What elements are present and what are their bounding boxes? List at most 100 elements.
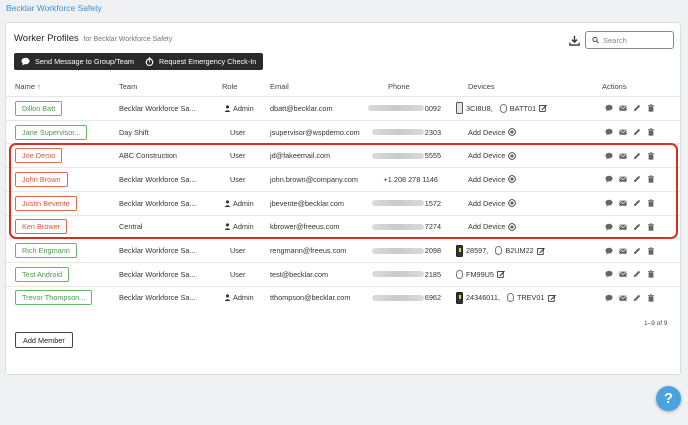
email-icon[interactable]	[619, 104, 627, 112]
name-cell: Dillon Batt	[15, 97, 63, 120]
stopwatch-icon	[145, 57, 154, 66]
team-cell: Becklar Workforce Sa...	[119, 269, 196, 279]
edit-icon[interactable]	[633, 128, 641, 136]
message-icon[interactable]	[605, 104, 613, 112]
request-emergency-button[interactable]: Request Emergency Check-In	[138, 53, 264, 70]
edit-device-icon[interactable]	[536, 247, 545, 255]
phone-suffix: 2303	[424, 127, 441, 137]
edit-device-icon[interactable]	[497, 270, 505, 278]
phone-cell: 2303	[368, 121, 441, 144]
delete-icon[interactable]	[647, 104, 655, 113]
col-name-label: Name	[15, 82, 36, 91]
emergency-label: Request Emergency Check-In	[159, 57, 257, 66]
actions-cell	[605, 239, 655, 262]
table-row: Test Android Becklar Workforce Sa... User t…	[6, 261, 682, 286]
add-member-button[interactable]: Add Member	[15, 332, 73, 348]
team-cell: Becklar Workforce Sa...	[119, 246, 196, 256]
breadcrumb[interactable]: Becklar Workforce Safety	[6, 3, 102, 13]
email-icon[interactable]	[619, 247, 627, 255]
devices-cell: 28597, B2UM22	[456, 239, 545, 262]
tracker-device-icon	[456, 244, 463, 257]
title-subtitle: for Becklar Workforce Safety	[83, 36, 173, 43]
phone-suffix: 0092	[424, 103, 441, 113]
col-email-header: Email	[270, 82, 289, 91]
sort-asc-icon: ↑	[37, 82, 41, 91]
devices-cell: FM99U5	[456, 263, 505, 286]
redacted-phone	[368, 105, 424, 112]
delete-icon[interactable]	[647, 246, 655, 255]
search-box[interactable]	[585, 31, 674, 49]
device-label: 3CI8U8,	[466, 103, 493, 113]
add-circle-icon	[508, 128, 517, 136]
worker-name-button[interactable]: Dillon Batt	[15, 100, 63, 116]
phone-cell: 6962	[368, 287, 441, 310]
col-name-header[interactable]: Name ↑	[15, 82, 41, 91]
role-cell: Admin	[224, 287, 254, 310]
edit-icon[interactable]	[633, 270, 641, 278]
device-label: 24346011,	[466, 293, 500, 303]
edit-device-icon[interactable]	[547, 294, 556, 302]
col-phone-header: Phone	[388, 82, 410, 91]
delete-icon[interactable]	[647, 128, 655, 136]
table-row: Dillon Batt Becklar Workforce Sa... Admin d…	[6, 96, 682, 120]
redacted-phone	[371, 294, 424, 301]
message-icon[interactable]	[605, 128, 613, 136]
role-text: Admin	[233, 103, 254, 113]
search-input[interactable]	[603, 35, 673, 45]
help-button[interactable]: ?	[656, 386, 681, 411]
col-actions-header: Actions	[602, 82, 627, 91]
redacted-phone	[371, 129, 424, 136]
team-cell: Becklar Workforce Sa...	[119, 293, 196, 303]
send-message-button[interactable]: Send Message to Group/Team	[14, 53, 141, 70]
pagination-text: 1–9 of 9	[644, 320, 668, 327]
message-icon[interactable]	[605, 270, 613, 278]
edit-device-icon[interactable]	[539, 104, 547, 113]
worker-name-button[interactable]: Trevor Thompson...	[15, 290, 93, 306]
name-cell: Jane Supervisor...	[15, 121, 88, 144]
worker-name-button[interactable]: Jane Supervisor...	[15, 124, 88, 140]
device-label: TREV01	[516, 293, 545, 303]
admin-person-icon	[224, 294, 231, 302]
tag-device-icon	[499, 103, 507, 113]
email-icon[interactable]	[619, 294, 627, 302]
email-cell: rengmann@freeus.com	[270, 246, 347, 256]
actions-cell	[605, 287, 655, 310]
role-cell: Admin	[224, 97, 254, 120]
phone-cell: 2185	[368, 263, 441, 286]
delete-icon[interactable]	[647, 294, 655, 302]
table-row: Jane Supervisor... Day Shift User jsupervis…	[6, 119, 682, 144]
search-icon	[592, 36, 599, 44]
team-cell: Becklar Workforce Sa...	[119, 103, 196, 113]
device-label: BATT01	[509, 103, 537, 113]
role-text: User	[230, 127, 246, 137]
delete-icon[interactable]	[647, 270, 655, 278]
table-row: Trevor Thompson... Becklar Workforce Sa..…	[6, 285, 682, 310]
device-label: FM99U5	[466, 269, 494, 279]
role-text: User	[230, 246, 246, 256]
redacted-phone	[371, 247, 424, 254]
phone-suffix: 6962	[424, 293, 441, 303]
email-icon[interactable]	[619, 128, 627, 136]
name-cell: Rich Engmann	[15, 239, 77, 262]
role-cell: User	[230, 121, 245, 144]
add-device-button[interactable]: Add Device	[468, 121, 517, 144]
worker-name-button[interactable]: Test Android	[15, 266, 70, 282]
email-cell: dbatt@becklar.com	[270, 103, 333, 113]
table-header: Name ↑ Team Role Email Phone Devices Act…	[6, 82, 682, 96]
tracker-device-icon	[456, 291, 463, 304]
admin-person-icon	[224, 105, 231, 112]
phone-suffix: 2185	[424, 269, 441, 279]
edit-icon[interactable]	[633, 247, 641, 255]
worker-name-button[interactable]: Rich Engmann	[15, 243, 77, 259]
col-role-header: Role	[222, 82, 238, 91]
col-devices-header: Devices	[468, 82, 495, 91]
edit-icon[interactable]	[633, 294, 641, 302]
chat-icon	[21, 57, 30, 66]
email-icon[interactable]	[619, 270, 627, 278]
role-cell: User	[230, 239, 245, 262]
message-icon[interactable]	[605, 294, 613, 302]
download-icon[interactable]	[569, 35, 580, 46]
tag-device-icon	[506, 293, 514, 303]
message-icon[interactable]	[605, 247, 613, 255]
edit-icon[interactable]	[633, 104, 641, 112]
